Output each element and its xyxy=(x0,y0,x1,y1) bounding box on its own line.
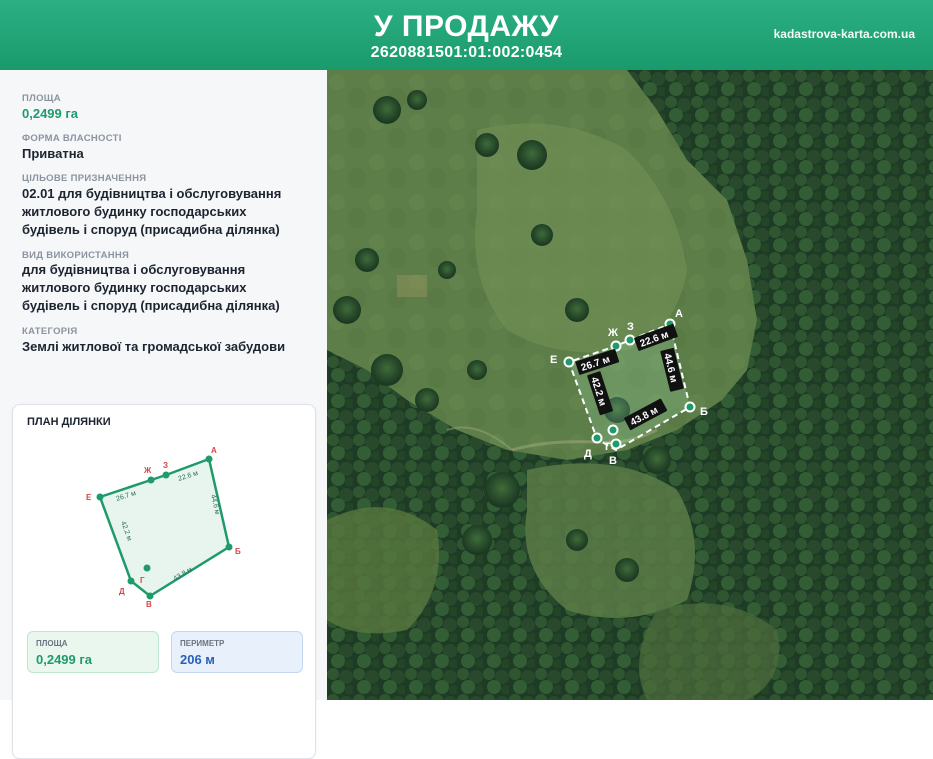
map-vertex-zh[interactable] xyxy=(610,340,622,352)
purpose-line: 02.01 для будівництва і обслуговування xyxy=(22,186,282,201)
vertex-label-z: З xyxy=(163,461,168,470)
plot-plan-diagram: А Б В Г Д Е Ж З 22.6 м 44.6 м 43.8 м 42.… xyxy=(86,446,241,609)
plan-area-label: ПЛОЩА xyxy=(36,639,68,648)
purpose-line: будівель і споруд (присадибна ділянка) xyxy=(22,222,280,237)
map-vertex-v[interactable] xyxy=(610,438,622,450)
usage-line: для будівництва і обслуговування xyxy=(22,262,246,277)
vertex-zh xyxy=(147,476,155,484)
vertex-label-v: В xyxy=(146,600,152,609)
map-vertex-label-v: В xyxy=(609,455,617,467)
vertex-b xyxy=(225,543,233,551)
plan-perimeter-value: 206 м xyxy=(180,652,215,667)
vertex-label-a: А xyxy=(211,446,217,455)
vertex-a xyxy=(205,455,213,463)
map-vertex-label-b: Б xyxy=(700,406,708,418)
category-value: Землі житлової та громадської забудови xyxy=(22,339,286,354)
site-link[interactable]: kadastrova-karta.com.ua xyxy=(774,27,915,41)
header-banner: У ПРОДАЖУ 2620881501:01:002:0454 kadastr… xyxy=(0,0,933,70)
plot-plan-card: ПЛАН ДІЛЯНКИ А Б В Г Д Е Ж З 22.6 м 44.6… xyxy=(12,404,316,759)
usage-line: житлового будинку господарських xyxy=(22,280,247,295)
vertex-e xyxy=(96,493,104,501)
usage-value: для будівництва і обслуговування житлово… xyxy=(22,261,312,315)
plan-area-value: 0,2499 га xyxy=(36,652,93,667)
vertex-v xyxy=(146,592,154,600)
map-vertex-label-zh: Ж xyxy=(607,327,618,339)
plan-perimeter-box: ПЕРИМЕТР 206 м xyxy=(171,631,303,673)
area-label: ПЛОЩА xyxy=(22,93,61,104)
area-value: 0,2499 га xyxy=(22,106,79,121)
vertex-label-g: Г xyxy=(140,576,145,585)
vertex-label-e: Е xyxy=(86,493,92,502)
ownership-value: Приватна xyxy=(22,146,84,161)
plot-polygon xyxy=(98,457,231,598)
map-vertex-label-e: Е xyxy=(550,354,557,366)
category-label: КАТЕГОРІЯ xyxy=(22,326,78,337)
plan-perimeter-label: ПЕРИМЕТР xyxy=(180,639,225,648)
map-vertex-label-a: А xyxy=(675,308,683,320)
usage-label: ВИД ВИКОРИСТАННЯ xyxy=(22,250,130,261)
map-vertex-e[interactable] xyxy=(563,356,575,368)
map-vertex-label-d: Д xyxy=(584,448,592,460)
ownership-label: ФОРМА ВЛАСНОСТІ xyxy=(22,133,122,144)
vertex-g xyxy=(143,564,151,572)
info-sidebar: ПЛОЩА 0,2499 га ФОРМА ВЛАСНОСТІ Приватна… xyxy=(0,70,328,759)
vertex-label-d: Д xyxy=(119,587,125,596)
map-vertex-label-z: З xyxy=(627,321,634,333)
satellite-imagery: А Б В Г Д Е Ж З 22.6 м 44.6 м 43.8 м 42.… xyxy=(327,70,933,700)
vertex-d xyxy=(127,577,135,585)
purpose-value: 02.01 для будівництва і обслуговування ж… xyxy=(22,185,312,239)
plan-area-box: ПЛОЩА 0,2499 га xyxy=(27,631,159,673)
vertex-z xyxy=(162,471,170,479)
purpose-label: ЦІЛЬОВЕ ПРИЗНАЧЕННЯ xyxy=(22,173,147,184)
map-vertex-g[interactable] xyxy=(607,424,619,436)
vertex-label-b: Б xyxy=(235,547,241,556)
purpose-line: житлового будинку господарських xyxy=(22,204,247,219)
map-vertex-b[interactable] xyxy=(684,401,696,413)
map-vertex-z[interactable] xyxy=(624,334,636,346)
map-vertex-label-g: Г xyxy=(605,441,612,453)
cadastral-number[interactable]: 2620881501:01:002:0454 xyxy=(0,44,933,62)
map-vertex-d[interactable] xyxy=(591,432,603,444)
vertex-label-zh: Ж xyxy=(143,466,152,475)
usage-line: будівель і споруд (присадибна ділянка) xyxy=(22,298,280,313)
satellite-map[interactable]: А Б В Г Д Е Ж З 22.6 м 44.6 м 43.8 м 42.… xyxy=(327,70,933,700)
